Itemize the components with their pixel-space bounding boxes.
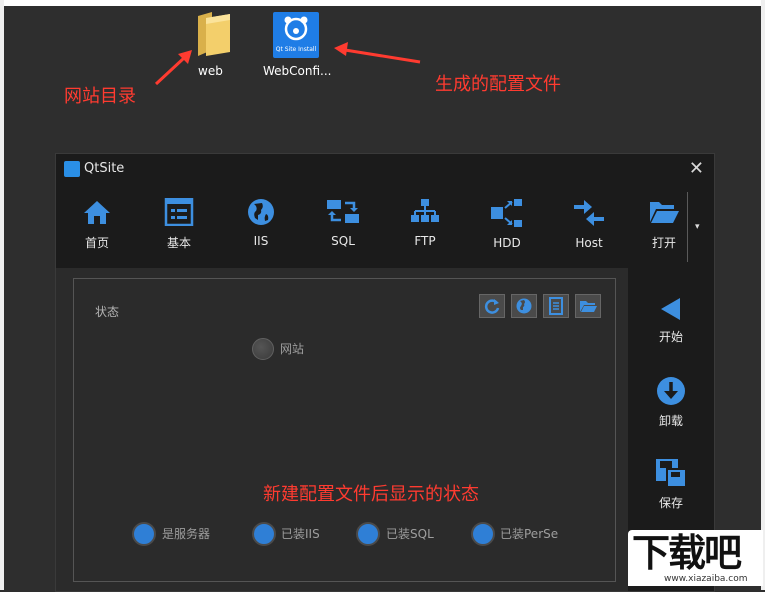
- website-button[interactable]: [511, 294, 537, 318]
- toolbar-hdd[interactable]: HDD: [477, 198, 537, 250]
- save-icon: [656, 459, 687, 488]
- toolbar-label: Host: [575, 236, 603, 250]
- toolbar-home[interactable]: 首页: [67, 198, 127, 251]
- status-panel: 状态 网站 是服务器 已装IIS 已装SQL 已装PerSe: [73, 278, 616, 582]
- panel-title: 状态: [95, 305, 120, 319]
- sql-status-label: 已装SQL: [386, 527, 434, 541]
- document-icon: [549, 297, 563, 315]
- start-button[interactable]: 开始: [628, 296, 714, 345]
- config-file-label[interactable]: WebConfi...: [263, 64, 332, 78]
- toolbar-label: HDD: [493, 236, 521, 250]
- toolbar-open[interactable]: 打开: [634, 198, 694, 251]
- arrow-to-folder: [154, 56, 186, 86]
- folder-button[interactable]: [575, 294, 601, 318]
- globe-icon: [248, 199, 274, 225]
- toolbar-label: FTP: [414, 234, 436, 248]
- qtsite-logo-icon: [284, 16, 308, 41]
- database-sync-icon: [327, 200, 359, 223]
- watermark-url: www.xiazaiba.com: [664, 574, 748, 584]
- config-annotation: 生成的配置文件: [435, 74, 561, 95]
- folder-open-icon: [650, 202, 679, 223]
- refresh-button[interactable]: [479, 294, 505, 318]
- watermark: 下载吧 www.xiazaiba.com: [628, 530, 763, 586]
- title-bar[interactable]: QtSite ✕: [56, 154, 714, 184]
- qtsite-window: QtSite ✕ 首页 基本 IIS SQL FTP HDD Host 打开 ▾…: [55, 153, 715, 592]
- save-label: 保存: [658, 496, 683, 510]
- iis-status-indicator: [252, 522, 276, 546]
- window-title: QtSite: [84, 161, 125, 176]
- folder-icon[interactable]: [196, 10, 232, 58]
- perse-status-label: 已装PerSe: [500, 527, 559, 541]
- perse-status-indicator: [471, 522, 495, 546]
- website-status-indicator: [252, 338, 274, 360]
- close-button[interactable]: ✕: [689, 158, 704, 179]
- play-left-icon: [661, 298, 680, 320]
- sitemap-icon: [411, 199, 439, 222]
- start-label: 开始: [658, 330, 683, 344]
- uninstall-label: 卸载: [658, 414, 683, 428]
- toolbar-label: SQL: [331, 234, 355, 248]
- watermark-logo: 下载吧: [632, 531, 742, 575]
- sql-status-indicator: [356, 522, 380, 546]
- server-status-indicator: [132, 522, 156, 546]
- desktop-right-border: [761, 0, 765, 590]
- toolbar-separator: [687, 192, 688, 262]
- toolbar-label: 首页: [84, 236, 109, 250]
- document-button[interactable]: [543, 294, 569, 318]
- desktop-top-strip: [0, 0, 765, 6]
- arrow-to-config: [344, 48, 421, 64]
- content-area: 状态 网站 是服务器 已装IIS 已装SQL 已装PerSe: [56, 268, 628, 591]
- toolbar: 首页 基本 IIS SQL FTP HDD Host 打开: [56, 184, 714, 268]
- globe-icon: [516, 298, 532, 314]
- download-circle-icon: [657, 377, 685, 405]
- website-status-label: 网站: [280, 342, 305, 356]
- toolbar-host[interactable]: Host: [559, 198, 619, 250]
- config-icon-text: Qt Site Install: [275, 46, 317, 53]
- config-file-icon[interactable]: Qt Site Install: [273, 12, 319, 58]
- folder-label[interactable]: web: [198, 64, 223, 78]
- toolbar-label: 基本: [166, 236, 191, 250]
- desktop-left-border: [0, 0, 4, 590]
- toolbar-label: 打开: [651, 236, 676, 250]
- iis-status-label: 已装IIS: [281, 527, 320, 541]
- toolbar-more-button[interactable]: ▾: [695, 222, 700, 232]
- save-button[interactable]: 保存: [628, 458, 714, 511]
- toolbar-sql[interactable]: SQL: [313, 198, 373, 248]
- toolbar-basic[interactable]: 基本: [149, 198, 209, 251]
- status-annotation: 新建配置文件后显示的状态: [263, 484, 479, 505]
- server-status-label: 是服务器: [162, 527, 211, 541]
- toolbar-ftp[interactable]: FTP: [395, 198, 455, 248]
- toolbar-label: IIS: [253, 234, 269, 248]
- app-logo-icon: [64, 161, 80, 177]
- hdd-expand-icon: [491, 199, 522, 227]
- folder-icon: [580, 301, 597, 312]
- home-icon: [84, 201, 110, 224]
- toolbar-iis[interactable]: IIS: [231, 198, 291, 248]
- swap-arrows-icon: [574, 200, 604, 226]
- folder-annotation: 网站目录: [64, 86, 136, 107]
- refresh-icon: [484, 299, 500, 314]
- settings-form-icon: [164, 198, 194, 226]
- uninstall-button[interactable]: 卸载: [628, 376, 714, 429]
